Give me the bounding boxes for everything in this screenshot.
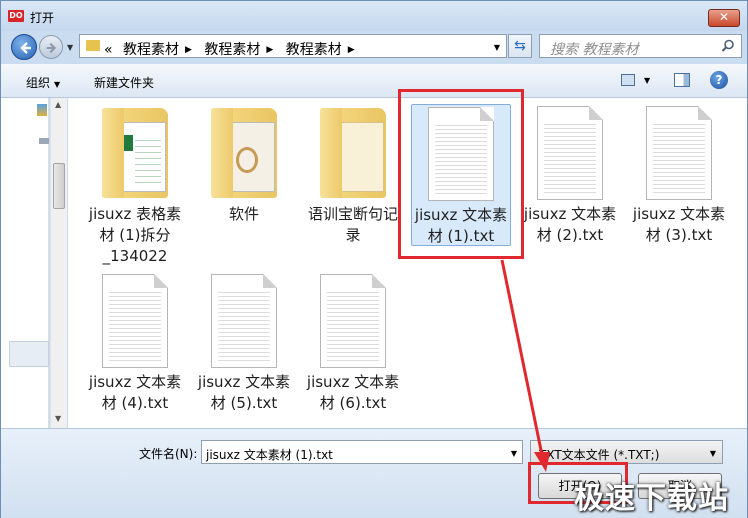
navigation-pane-selected-item[interactable]	[9, 341, 49, 367]
chevron-down-icon: ▼	[54, 80, 61, 89]
view-dropdown-icon[interactable]: ▼	[644, 76, 650, 85]
preview-pane-icon[interactable]	[674, 73, 690, 87]
file-item[interactable]: jisuxz 文本素材 (5).txt	[194, 274, 294, 414]
forward-arrow-icon	[46, 42, 57, 54]
filename-value: jisuxz 文本素材 (1).txt	[206, 448, 333, 462]
filetype-value: TXT文本文件 (*.TXT;)	[539, 448, 660, 462]
address-dropdown-icon[interactable]: ▼	[494, 43, 500, 52]
breadcrumb: « 教程素材 ▶ 教程素材 ▶ 教程素材 ▶	[104, 39, 363, 59]
annotation-highlight-file	[398, 89, 524, 259]
command-toolbar: 组织 ▼ 新建文件夹 ▼ ?	[1, 64, 747, 98]
file-item[interactable]: jisuxz 文本素材 (2).txt	[520, 104, 620, 246]
back-button[interactable]	[11, 34, 37, 60]
text-file-icon	[646, 106, 712, 200]
libraries-icon[interactable]	[37, 104, 47, 116]
folder-icon	[211, 104, 277, 200]
text-file-icon	[102, 274, 168, 368]
file-item[interactable]: jisuxz 文本素材 (4).txt	[85, 274, 185, 414]
file-name: jisuxz 文本素材 (4).txt	[88, 373, 182, 412]
text-file-icon	[537, 106, 603, 200]
navigation-pane[interactable]	[1, 98, 49, 428]
organize-label: 组织	[26, 76, 51, 90]
search-icon	[721, 39, 734, 52]
file-name: 软件	[228, 205, 259, 223]
text-file-icon	[211, 274, 277, 368]
file-item[interactable]: jisuxz 文本素材 (6).txt	[303, 274, 403, 414]
close-button[interactable]: ✕	[708, 9, 740, 27]
text-file-icon	[320, 274, 386, 368]
filetype-select[interactable]: TXT文本文件 (*.TXT;) ▼	[530, 440, 723, 464]
drive-icon[interactable]	[39, 138, 49, 144]
filename-label: 文件名(N):	[139, 447, 198, 461]
chevron-down-icon[interactable]: ▼	[710, 449, 716, 458]
filename-input[interactable]: jisuxz 文本素材 (1).txt ▼	[201, 440, 523, 464]
new-folder-button[interactable]: 新建文件夹	[94, 74, 154, 91]
organize-button[interactable]: 组织 ▼	[26, 74, 60, 91]
file-name: jisuxz 文本素材 (2).txt	[523, 205, 617, 244]
breadcrumb-overflow[interactable]: «	[104, 42, 113, 58]
back-arrow-icon	[20, 42, 31, 54]
scrollbar-thumb[interactable]	[53, 163, 65, 209]
scroll-down-icon[interactable]: ▼	[55, 414, 61, 423]
search-box[interactable]: 搜索 教程素材	[539, 34, 742, 58]
breadcrumb-item[interactable]: 教程素材	[204, 42, 260, 58]
breadcrumb-item[interactable]: 教程素材	[286, 42, 342, 58]
folder-icon	[86, 40, 100, 51]
view-icon[interactable]	[621, 74, 635, 86]
file-item[interactable]: jisuxz 表格素材 (1)拆分_134022	[85, 104, 185, 267]
recent-pages-dropdown[interactable]: ▼	[67, 43, 73, 52]
chevron-right-icon[interactable]: ▶	[348, 45, 355, 55]
file-item[interactable]: 软件	[194, 104, 294, 225]
chevron-right-icon[interactable]: ▶	[185, 45, 192, 55]
breadcrumb-item[interactable]: 教程素材	[123, 42, 179, 58]
folder-icon	[320, 104, 386, 200]
file-item[interactable]: jisuxz 文本素材 (3).txt	[629, 104, 729, 246]
search-placeholder: 搜索 教程素材	[550, 42, 639, 58]
address-bar[interactable]: « 教程素材 ▶ 教程素材 ▶ 教程素材 ▶ ▼	[79, 34, 507, 58]
navigation-pane-scrollbar[interactable]: ▲ ▼	[50, 98, 67, 428]
chevron-right-icon[interactable]: ▶	[266, 45, 273, 55]
file-name: jisuxz 文本素材 (3).txt	[632, 205, 726, 244]
file-item[interactable]: 语训宝断句记录	[303, 104, 403, 246]
excel-folder-icon	[102, 104, 168, 200]
help-icon[interactable]: ?	[710, 71, 728, 89]
scroll-up-icon[interactable]: ▲	[55, 100, 61, 109]
window-title: 打开	[30, 11, 55, 25]
file-name: jisuxz 文本素材 (5).txt	[197, 373, 291, 412]
navigation-bar: ▼ « 教程素材 ▶ 教程素材 ▶ 教程素材 ▶ ▼ ⇆ 搜索 教程素材	[1, 31, 747, 64]
watermark: 极速下载站	[574, 481, 729, 516]
forward-button[interactable]	[39, 35, 63, 59]
title-bar[interactable]: DO 打开 ✕	[1, 1, 747, 31]
file-name: jisuxz 文本素材 (6).txt	[306, 373, 400, 412]
app-icon: DO	[8, 10, 24, 22]
chevron-down-icon[interactable]: ▼	[511, 449, 517, 458]
file-name: 语训宝断句记录	[307, 205, 398, 244]
file-name: jisuxz 表格素材 (1)拆分_134022	[88, 205, 182, 265]
open-file-dialog: DO 打开 ✕ ▼ « 教程素材 ▶ 教程素材 ▶ 教程素材 ▶ ▼ ⇆ 搜索 教程素…	[0, 0, 748, 518]
refresh-button[interactable]: ⇆	[508, 34, 532, 58]
